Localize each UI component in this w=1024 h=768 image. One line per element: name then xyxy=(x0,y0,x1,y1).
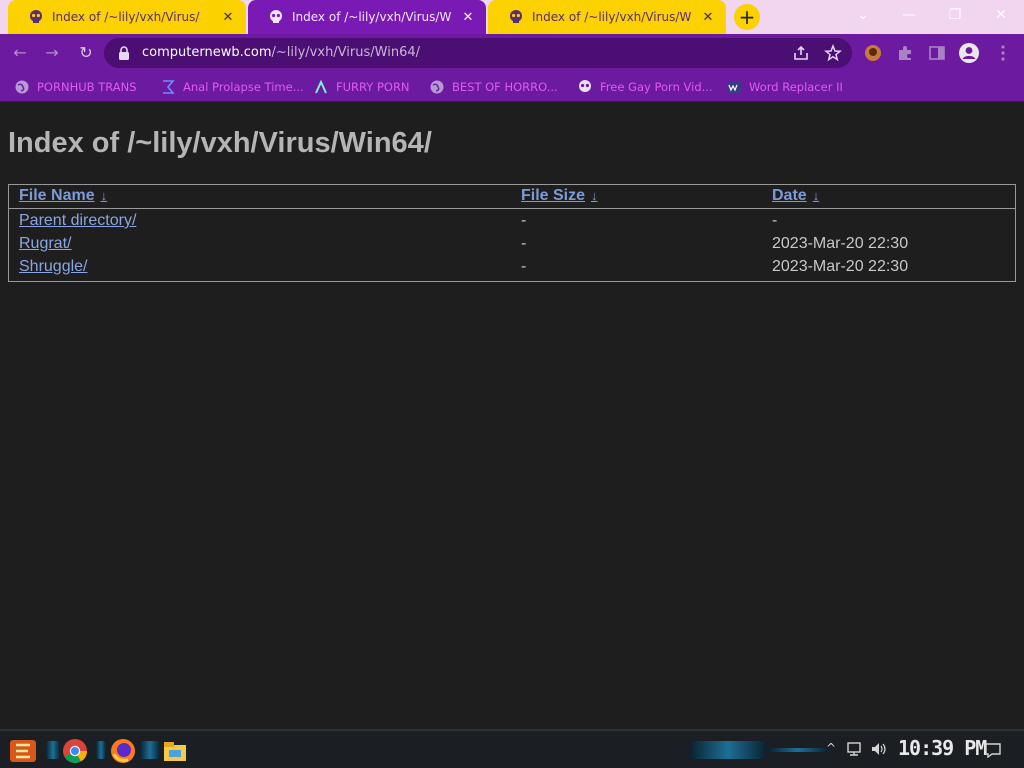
column-header-file-name[interactable]: File Name ↓ xyxy=(19,187,107,205)
file-date-cell: 2023-Mar-20 22:30 xyxy=(772,235,909,252)
bookmark-label: FURRY PORN xyxy=(336,80,410,94)
file-link[interactable]: Shruggle/ xyxy=(19,258,88,276)
skull-icon xyxy=(510,10,522,23)
puzzle-extensions-icon[interactable] xyxy=(894,42,916,64)
bookmark-item[interactable]: Word Replacer II xyxy=(726,78,843,96)
taskbar: ^ 10:39 PM xyxy=(0,729,1024,768)
wr-icon xyxy=(727,81,741,93)
lock-icon xyxy=(119,46,129,60)
start-button-icon[interactable] xyxy=(8,737,38,765)
notifications-icon[interactable] xyxy=(984,741,1002,759)
tab-1[interactable]: Index of /~lily/vxh/Virus/Win ✕ xyxy=(248,0,486,34)
extension-avatar-icon[interactable] xyxy=(862,42,884,64)
taskbar-decoration xyxy=(690,741,766,759)
sort-arrow-icon: ↓ xyxy=(812,188,820,203)
column-header-label: File Name xyxy=(19,187,95,204)
tab-close-icon[interactable]: ✕ xyxy=(700,10,716,25)
restore-button[interactable]: ❐ xyxy=(932,0,978,30)
skull-icon xyxy=(30,10,42,23)
bookmark-item[interactable]: FURRY PORN xyxy=(313,78,410,96)
tab-title: Index of /~lily/vxh/Virus/Win xyxy=(532,10,692,24)
file-date-cell: - xyxy=(772,212,778,229)
column-header-file-size[interactable]: File Size ↓ xyxy=(521,187,598,205)
lambda-icon xyxy=(315,79,327,94)
column-header-date[interactable]: Date ↓ xyxy=(772,187,819,205)
bookmark-item[interactable]: PORNHUB TRANS xyxy=(14,78,137,96)
table-header-row: File Name ↓ File Size ↓ Date ↓ xyxy=(9,185,1015,209)
bookmark-item[interactable]: Anal Prolapse Time... xyxy=(160,78,304,96)
taskbar-decoration xyxy=(46,741,60,759)
tab-search-icon[interactable]: ⌄ xyxy=(840,0,886,30)
bookmark-label: Word Replacer II xyxy=(749,80,843,94)
back-button[interactable]: ← xyxy=(8,41,32,65)
bookmark-label: PORNHUB TRANS xyxy=(37,80,137,94)
bookmark-label: BEST OF HORRO... xyxy=(452,80,558,94)
bookmarks-bar: PORNHUB TRANS Anal Prolapse Time... FURR… xyxy=(0,72,1024,102)
new-tab-button[interactable]: + xyxy=(734,4,760,30)
directory-listing-table: File Name ↓ File Size ↓ Date ↓ Parent direc… xyxy=(8,184,1016,282)
file-date-cell: 2023-Mar-20 22:30 xyxy=(772,258,909,275)
bookmark-item[interactable]: BEST OF HORRO... xyxy=(429,78,558,96)
page-title: Index of /~lily/vxh/Virus/Win64/ xyxy=(8,127,432,159)
chrome-icon[interactable] xyxy=(60,736,90,766)
tab-title: Index of /~lily/vxh/Virus/ xyxy=(52,10,200,24)
bookmark-star-icon[interactable] xyxy=(824,44,842,62)
tab-close-icon[interactable]: ✕ xyxy=(460,10,476,25)
minimize-button[interactable]: — xyxy=(886,0,932,30)
firefox-icon[interactable] xyxy=(108,736,138,766)
table-row: Parent directory/ - - xyxy=(9,210,1015,233)
file-size-cell: - xyxy=(521,212,527,229)
globe-icon xyxy=(430,80,444,94)
profile-icon[interactable] xyxy=(958,42,980,64)
tray-chevron-icon[interactable]: ^ xyxy=(826,741,836,755)
reload-button[interactable]: ↻ xyxy=(74,41,98,65)
close-window-button[interactable]: ✕ xyxy=(978,0,1024,30)
url-path: /~lily/vxh/Virus/Win64/ xyxy=(271,45,420,60)
sort-arrow-icon: ↓ xyxy=(100,188,108,203)
tab-close-icon[interactable]: ✕ xyxy=(220,10,236,25)
volume-icon[interactable] xyxy=(870,741,888,757)
network-icon[interactable] xyxy=(846,741,864,757)
kebab-menu-icon[interactable] xyxy=(992,42,1014,64)
taskbar-decoration xyxy=(96,741,106,759)
url-host: computernewb.com xyxy=(142,45,272,60)
column-header-label: File Size xyxy=(521,187,586,204)
table-row: Rugrat/ - 2023-Mar-20 22:30 xyxy=(9,233,1015,256)
forward-button[interactable]: → xyxy=(40,41,64,65)
file-size-cell: - xyxy=(521,235,527,252)
sigma-icon xyxy=(163,80,175,94)
page-content: Index of /~lily/vxh/Virus/Win64/ File Na… xyxy=(0,103,1024,729)
tab-strip: Index of /~lily/vxh/Virus/ ✕ Index of /~… xyxy=(0,0,1024,34)
skull-icon xyxy=(579,80,591,92)
tab-title: Index of /~lily/vxh/Virus/Win xyxy=(292,10,452,24)
column-header-label: Date xyxy=(772,187,807,204)
sort-arrow-icon: ↓ xyxy=(591,188,598,203)
bookmark-item[interactable]: Free Gay Porn Vid... xyxy=(577,78,713,96)
bookmark-label: Anal Prolapse Time... xyxy=(183,80,304,94)
file-explorer-icon[interactable] xyxy=(160,736,190,766)
tab-0[interactable]: Index of /~lily/vxh/Virus/ ✕ xyxy=(8,0,246,34)
table-row: Shruggle/ - 2023-Mar-20 22:30 xyxy=(9,256,1015,279)
file-link[interactable]: Parent directory/ xyxy=(19,212,136,230)
taskbar-decoration xyxy=(768,748,828,752)
taskbar-decoration xyxy=(140,741,160,759)
url-text[interactable]: computernewb.com/~lily/vxh/Virus/Win64/ xyxy=(142,45,420,60)
tab-2[interactable]: Index of /~lily/vxh/Virus/Win ✕ xyxy=(488,0,726,34)
taskbar-clock[interactable]: 10:39 PM xyxy=(898,736,987,760)
globe-icon xyxy=(15,80,29,94)
share-icon[interactable] xyxy=(792,44,810,62)
side-panel-icon[interactable] xyxy=(926,42,948,64)
skull-icon xyxy=(270,10,282,23)
file-size-cell: - xyxy=(521,258,527,275)
bookmark-label: Free Gay Porn Vid... xyxy=(600,80,713,94)
address-bar[interactable]: computernewb.com/~lily/vxh/Virus/Win64/ xyxy=(104,38,852,68)
file-link[interactable]: Rugrat/ xyxy=(19,235,71,253)
browser-toolbar: ← → ↻ computernewb.com/~lily/vxh/Virus/W… xyxy=(0,34,1024,72)
